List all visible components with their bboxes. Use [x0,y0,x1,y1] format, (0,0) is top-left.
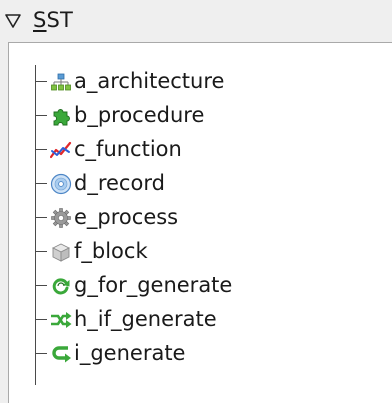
title-mnemonic: S [33,8,47,32]
tree-item-f-block[interactable]: f_block [9,234,389,268]
tree-item-label: b_procedure [74,103,205,127]
tree-panel: a_architecture b_procedure c_function d_… [8,42,392,403]
tree-branch-line [35,353,47,354]
puzzle-piece-icon [53,109,70,126]
tree-item-b-procedure[interactable]: b_procedure [9,98,389,132]
tree-item-h-if-generate[interactable]: h_if_generate [9,302,389,336]
tree-item-label: a_architecture [74,69,225,93]
triangle-down-icon[interactable] [4,13,22,29]
function-graph-icon [50,141,72,159]
tree-branch-line [35,319,47,320]
disc-icon [50,173,72,195]
tree-root-title[interactable]: SST [33,7,73,33]
loop-arrows-icon [52,278,70,295]
hierarchy-icon [51,73,71,91]
tree-item-label: g_for_generate [74,273,233,297]
tree-item-d-record[interactable]: d_record [9,166,389,200]
branch-arrows-icon [51,312,72,328]
tree-header[interactable]: SST [0,0,392,42]
box-icon [51,243,71,262]
return-arrow-icon [52,346,71,363]
tree-branch-line [35,217,47,218]
tree-item-e-process[interactable]: e_process [9,200,389,234]
tree-item-i-generate[interactable]: i_generate [9,336,389,370]
tree-branch-line [35,149,47,150]
gear-icon [51,208,71,228]
tree-item-label: f_block [74,239,148,263]
tree-item-label: c_function [74,137,182,161]
tree-item-g-for-generate[interactable]: g_for_generate [9,268,389,302]
tree-item-label: h_if_generate [74,307,217,331]
tree-branch-line [35,183,47,184]
tree-branch-line [35,251,47,252]
tree-item-a-architecture[interactable]: a_architecture [9,64,389,98]
tree-branch-line [35,81,47,82]
tree-item-label: i_generate [74,341,186,365]
tree-item-label: d_record [74,171,165,195]
tree-branch-line [35,115,47,116]
tree-item-c-function[interactable]: c_function [9,132,389,166]
tree-item-label: e_process [74,205,179,229]
tree-branch-line [35,285,47,286]
